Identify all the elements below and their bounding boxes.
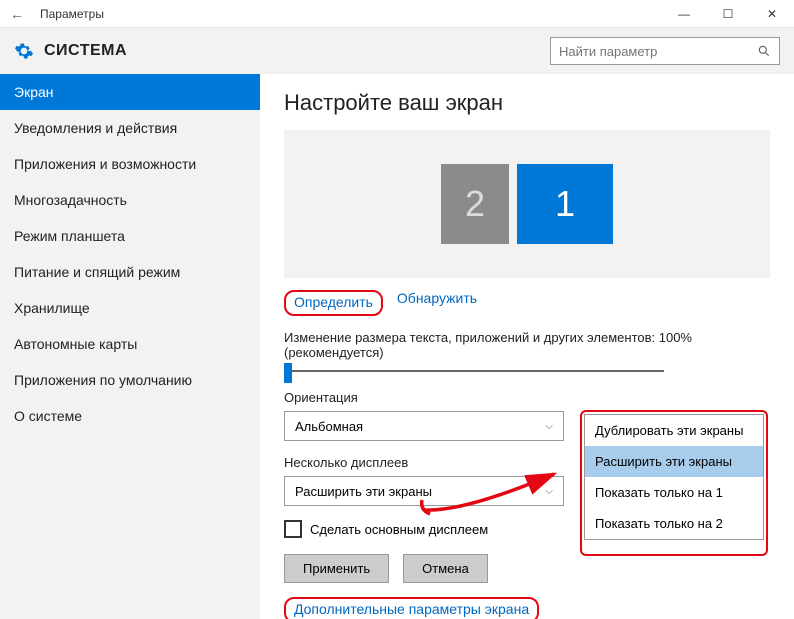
orientation-label: Ориентация	[284, 390, 770, 405]
sidebar-item-display[interactable]: Экран	[0, 74, 260, 110]
sidebar-item-tablet[interactable]: Режим планшета	[0, 218, 260, 254]
sidebar-item-notifications[interactable]: Уведомления и действия	[0, 110, 260, 146]
chevron-down-icon: ⌵	[545, 421, 553, 432]
identify-link[interactable]: Определить	[294, 294, 373, 310]
monitor-preview[interactable]: 2 1	[284, 130, 770, 278]
cancel-button[interactable]: Отмена	[403, 554, 488, 583]
sidebar: Экран Уведомления и действия Приложения …	[0, 74, 260, 619]
sidebar-item-maps[interactable]: Автономные карты	[0, 326, 260, 362]
make-main-label: Сделать основным дисплеем	[310, 522, 488, 537]
maximize-button[interactable]: ☐	[706, 0, 750, 28]
window-title: Параметры	[40, 7, 104, 21]
sidebar-item-power[interactable]: Питание и спящий режим	[0, 254, 260, 290]
dropdown-opt-duplicate[interactable]: Дублировать эти экраны	[585, 415, 763, 446]
close-button[interactable]: ✕	[750, 0, 794, 28]
advanced-link[interactable]: Дополнительные параметры экрана	[294, 601, 529, 617]
sidebar-item-multitasking[interactable]: Многозадачность	[0, 182, 260, 218]
sidebar-item-default-apps[interactable]: Приложения по умолчанию	[0, 362, 260, 398]
apply-button[interactable]: Применить	[284, 554, 389, 583]
section-title: СИСТЕМА	[44, 42, 127, 60]
multi-display-select[interactable]: Расширить эти экраны ⌵	[284, 476, 564, 506]
dropdown-opt-only2[interactable]: Показать только на 2	[585, 508, 763, 539]
slider-thumb[interactable]	[284, 363, 292, 383]
orientation-value: Альбомная	[295, 419, 363, 434]
search-box[interactable]	[550, 37, 780, 65]
scale-label: Изменение размера текста, приложений и д…	[284, 330, 770, 360]
dropdown-opt-extend[interactable]: Расширить эти экраны	[585, 446, 763, 477]
orientation-select[interactable]: Альбомная ⌵	[284, 411, 564, 441]
search-icon	[757, 44, 771, 58]
scale-slider[interactable]	[284, 370, 664, 372]
make-main-checkbox[interactable]	[284, 520, 302, 538]
identify-highlight: Определить	[284, 290, 383, 316]
gear-icon	[14, 41, 34, 61]
search-input[interactable]	[559, 44, 757, 59]
sidebar-item-storage[interactable]: Хранилище	[0, 290, 260, 326]
multi-display-value: Расширить эти экраны	[295, 484, 432, 499]
monitor-2[interactable]: 2	[441, 164, 509, 244]
sidebar-item-apps[interactable]: Приложения и возможности	[0, 146, 260, 182]
chevron-down-icon: ⌵	[545, 486, 553, 497]
detect-link[interactable]: Обнаружить	[397, 290, 477, 316]
dropdown-opt-only1[interactable]: Показать только на 1	[585, 477, 763, 508]
back-button[interactable]: ←	[10, 6, 34, 22]
page-title: Настройте ваш экран	[284, 90, 770, 116]
sidebar-item-about[interactable]: О системе	[0, 398, 260, 434]
advanced-highlight: Дополнительные параметры экрана	[284, 597, 539, 619]
minimize-button[interactable]: —	[662, 0, 706, 28]
multi-display-dropdown[interactable]: Дублировать эти экраны Расширить эти экр…	[584, 414, 764, 540]
monitor-1[interactable]: 1	[517, 164, 613, 244]
